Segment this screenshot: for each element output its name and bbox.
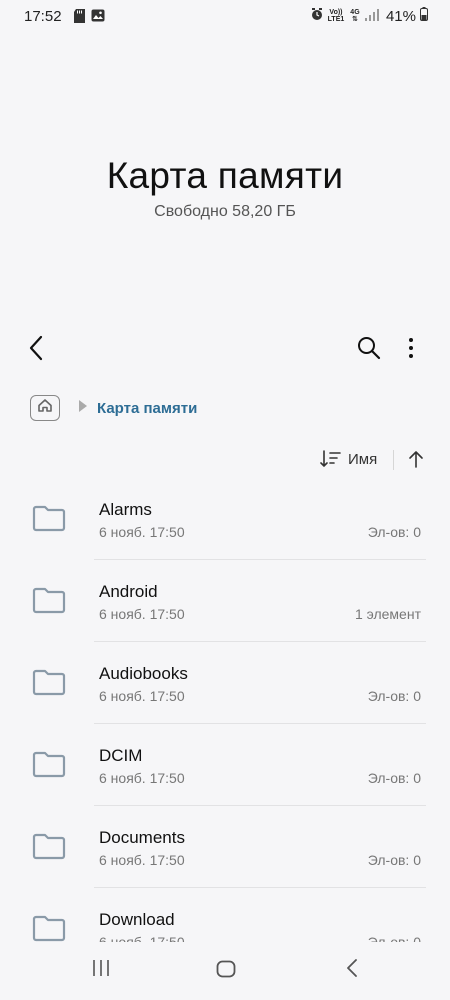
sd-card-icon [74, 9, 85, 27]
file-date: 6 нояб. 17:50 [99, 852, 185, 868]
sort-divider [393, 450, 394, 470]
sort-bar: Имя [0, 446, 450, 474]
breadcrumb-arrow-icon [78, 399, 87, 417]
status-bar: 17:52 Vo)) LTE1 4G ⇅ 41% [0, 0, 450, 34]
file-date: 6 нояб. 17:50 [99, 688, 185, 704]
breadcrumb: Карта памяти [30, 393, 197, 423]
home-button-icon[interactable] [216, 960, 236, 983]
folder-icon [32, 832, 66, 865]
file-name: Documents [99, 828, 185, 847]
search-icon[interactable] [355, 334, 383, 367]
folder-icon [32, 668, 66, 701]
file-list: Alarms 6 нояб. 17:50 Эл-ов: 0 Android 6 … [0, 478, 450, 944]
file-name: Audiobooks [99, 664, 188, 683]
more-icon[interactable] [401, 334, 421, 367]
folder-icon [32, 504, 66, 537]
page-title: Карта памяти [106, 155, 344, 196]
navigation-bar [0, 942, 450, 1000]
item-count: Эл-ов: 0 [367, 524, 421, 540]
item-count: Эл-ов: 0 [367, 688, 421, 704]
list-item[interactable]: Alarms 6 нояб. 17:50 Эл-ов: 0 [0, 478, 450, 560]
file-date: 6 нояб. 17:50 [99, 606, 185, 622]
sort-direction-up-icon[interactable] [406, 449, 426, 474]
file-name: Download [99, 910, 175, 929]
file-name: Alarms [99, 500, 152, 519]
list-item[interactable]: Documents 6 нояб. 17:50 Эл-ов: 0 [0, 806, 450, 888]
network-4g-label: 4G ⇅ [350, 9, 360, 23]
file-date: 6 нояб. 17:50 [99, 770, 185, 786]
free-space: Свободно 58,20 ГБ [154, 203, 296, 220]
alarm-icon [311, 7, 323, 25]
list-item[interactable]: Audiobooks 6 нояб. 17:50 Эл-ов: 0 [0, 642, 450, 724]
folder-icon [32, 914, 66, 944]
recent-apps-icon[interactable] [92, 959, 110, 982]
file-date: 6 нояб. 17:50 [99, 524, 185, 540]
gallery-icon [91, 9, 105, 26]
volte-label: Vo)) LTE1 [327, 9, 345, 23]
folder-icon [32, 750, 66, 783]
battery-level: 41% [385, 7, 416, 25]
nav-back-icon[interactable] [345, 959, 359, 982]
list-item[interactable]: DCIM 6 нояб. 17:50 Эл-ов: 0 [0, 724, 450, 806]
file-name: DCIM [99, 746, 143, 765]
sort-by-name-button[interactable]: Имя [348, 451, 377, 468]
home-breadcrumb-button[interactable] [30, 395, 60, 421]
list-item[interactable]: Android 6 нояб. 17:50 1 элемент [0, 560, 450, 642]
item-count: 1 элемент [354, 606, 421, 622]
list-item[interactable]: Download 6 нояб. 17:50 Эл-ов: 0 [0, 888, 450, 944]
folder-icon [32, 586, 66, 619]
item-count: Эл-ов: 0 [367, 852, 421, 868]
status-time: 17:52 [24, 8, 62, 25]
home-icon [38, 399, 52, 417]
hero: Карта памяти Свободно 58,20 ГБ [0, 155, 450, 221]
breadcrumb-current[interactable]: Карта памяти [97, 400, 197, 417]
toolbar [0, 330, 450, 366]
signal-icon [364, 8, 379, 25]
item-count: Эл-ов: 0 [367, 770, 421, 786]
battery-icon [420, 7, 428, 25]
sort-icon[interactable] [320, 450, 342, 473]
file-name: Android [99, 582, 158, 601]
back-icon[interactable] [24, 334, 48, 367]
